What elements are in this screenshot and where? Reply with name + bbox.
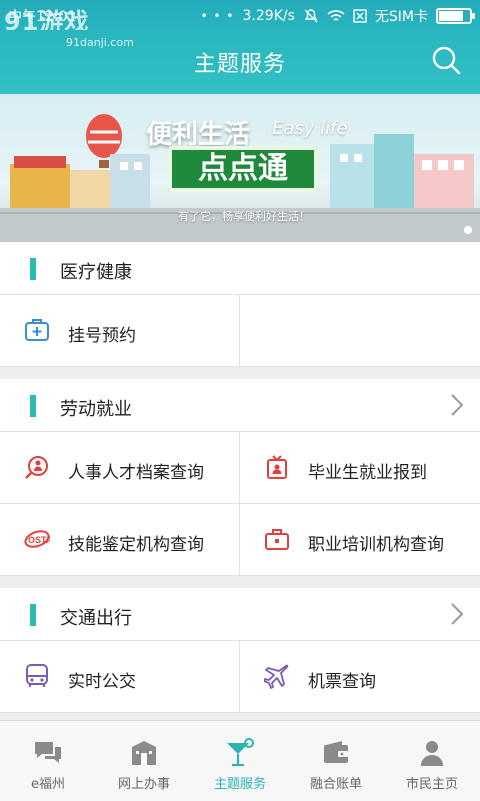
banner-brand: 点点通 [168, 146, 318, 192]
status-bar: 91游戏 中午12:01 • • • 3.29K/s 无SIM卡 [0, 0, 480, 36]
wifi-icon [327, 10, 345, 21]
section-accent-bar [30, 604, 36, 626]
briefcase-icon [265, 529, 289, 550]
person-search-icon [25, 456, 48, 479]
sim-status: 无SIM卡 [374, 9, 428, 25]
app-header: 91danji.com 主题服务 [0, 30, 480, 94]
battery-fill [439, 11, 463, 21]
section-employment: 劳动就业 人事人才档案查询 毕业生就业报到 OSTA 技能鉴定机构查询 职业培训… [0, 379, 480, 576]
service-item-empty [240, 295, 480, 367]
nav-item-citizen-home[interactable]: 市民主页 [384, 721, 480, 801]
promo-banner[interactable]: 便利生活 Easy life 点点通 有了它，畅享便利好生活！ [0, 94, 480, 242]
bottom-nav: e福州 网上办事 主题服务 融合账单 市民主页 [0, 720, 480, 801]
section-transport: 交通出行 实时公交 机票查询 [0, 588, 480, 713]
svg-text:OSTA: OSTA [28, 535, 50, 545]
status-time: 中午12:01 [8, 9, 77, 25]
nav-label: 网上办事 [117, 777, 170, 792]
service-item-flight-search[interactable]: 机票查询 [240, 641, 480, 713]
section-medical: 医疗健康 挂号预约 [0, 242, 480, 367]
status-right: • • • 3.29K/s 无SIM卡 [200, 6, 475, 26]
osta-icon: OSTA [24, 530, 50, 548]
page-title: 主题服务 [193, 52, 286, 77]
section-title: 医疗健康 [60, 262, 132, 283]
banner-slogan-en: Easy life [272, 118, 348, 139]
service-label: 毕业生就业报到 [308, 463, 427, 483]
banner-subtitle: 有了它，畅享便利好生活！ [178, 210, 310, 223]
service-label: 职业培训机构查询 [308, 535, 444, 555]
service-item-personnel-archive[interactable]: 人事人才档案查询 [0, 432, 240, 504]
service-label: 人事人才档案查询 [68, 463, 204, 483]
nav-item-bill[interactable]: 融合账单 [288, 721, 384, 801]
service-label: 挂号预约 [68, 326, 136, 346]
nav-label: 融合账单 [309, 777, 362, 792]
section-header-employment[interactable]: 劳动就业 [0, 379, 480, 432]
service-label: 技能鉴定机构查询 [68, 535, 204, 555]
chat-icon [35, 742, 61, 763]
cocktail-icon [227, 738, 254, 767]
section-header-transport[interactable]: 交通出行 [0, 588, 480, 641]
section-title: 劳动就业 [60, 399, 132, 420]
section-divider [0, 576, 480, 588]
section-header-medical: 医疗健康 [0, 242, 480, 295]
battery-icon [436, 8, 475, 24]
airplane-icon [264, 664, 289, 689]
nav-label: 主题服务 [213, 777, 266, 792]
service-item-graduate-report[interactable]: 毕业生就业报到 [240, 432, 480, 504]
nav-item-theme-service[interactable]: 主题服务 [192, 721, 288, 801]
status-dots: • • • [200, 9, 235, 23]
service-item-skill-appraisal[interactable]: OSTA 技能鉴定机构查询 [0, 504, 240, 576]
nav-item-efuzhou[interactable]: e福州 [0, 721, 96, 801]
medical-kit-icon [25, 319, 49, 341]
service-label: 实时公交 [68, 672, 136, 692]
service-item-appointment[interactable]: 挂号预约 [0, 295, 240, 367]
chevron-right-icon[interactable] [450, 602, 464, 626]
nav-label: 市民主页 [405, 777, 458, 792]
section-divider [0, 367, 480, 379]
nav-item-online-service[interactable]: 网上办事 [96, 721, 192, 801]
mute-icon [304, 9, 318, 23]
building-icon [132, 741, 156, 765]
badge-icon [267, 455, 287, 479]
nav-label: e福州 [31, 777, 65, 792]
service-list: 医疗健康 挂号预约 劳动就业 人事人才档案查询 毕业生就业报到 OSTA 技能鉴… [0, 242, 480, 720]
section-accent-bar [30, 395, 36, 417]
section-title: 交通出行 [60, 608, 132, 629]
sim-off-icon [353, 9, 367, 23]
service-label: 机票查询 [308, 672, 376, 692]
person-icon [421, 741, 443, 766]
service-item-realtime-bus[interactable]: 实时公交 [0, 641, 240, 713]
net-speed: 3.29K/s [242, 8, 295, 24]
chevron-right-icon[interactable] [450, 393, 464, 417]
service-item-training-org[interactable]: 职业培训机构查询 [240, 504, 480, 576]
bus-icon [26, 664, 48, 687]
banner-page-indicator[interactable] [464, 226, 472, 234]
section-accent-bar [30, 258, 36, 280]
search-icon[interactable] [430, 44, 462, 76]
wallet-icon [324, 741, 348, 763]
